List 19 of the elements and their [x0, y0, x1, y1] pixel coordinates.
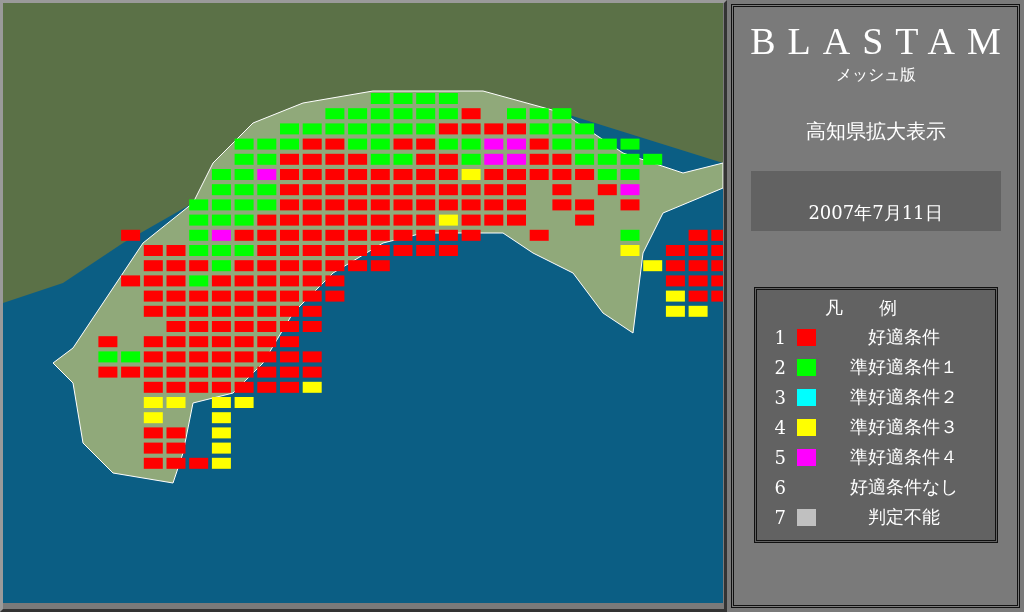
legend-number: 3 [774, 386, 787, 408]
legend-label: 準好適条件４ [849, 445, 959, 469]
legend-number: 6 [774, 476, 787, 498]
region-label: 高知県拡大表示 [805, 118, 946, 145]
legend-label: 準好適条件２ [849, 385, 959, 409]
legend-label: 準好適条件１ [849, 355, 959, 379]
legend-number: 5 [774, 446, 787, 468]
legend-label: 好適条件 [867, 325, 941, 349]
app-subtitle: メッシュ版 [835, 65, 916, 86]
legend-number: 1 [774, 326, 787, 348]
date-display: 2007年7月11日 [750, 171, 1001, 231]
legend-number: 4 [774, 416, 787, 438]
legend-number: 7 [774, 506, 787, 528]
legend-number: 2 [774, 356, 787, 378]
legend-label: 好適条件なし [849, 475, 959, 499]
legend-label: 準好適条件３ [849, 415, 959, 439]
app-title: BLASTAM [749, 19, 1013, 63]
legend-label: 判定不能 [867, 505, 941, 529]
legend-title: 凡 例 [823, 296, 898, 320]
